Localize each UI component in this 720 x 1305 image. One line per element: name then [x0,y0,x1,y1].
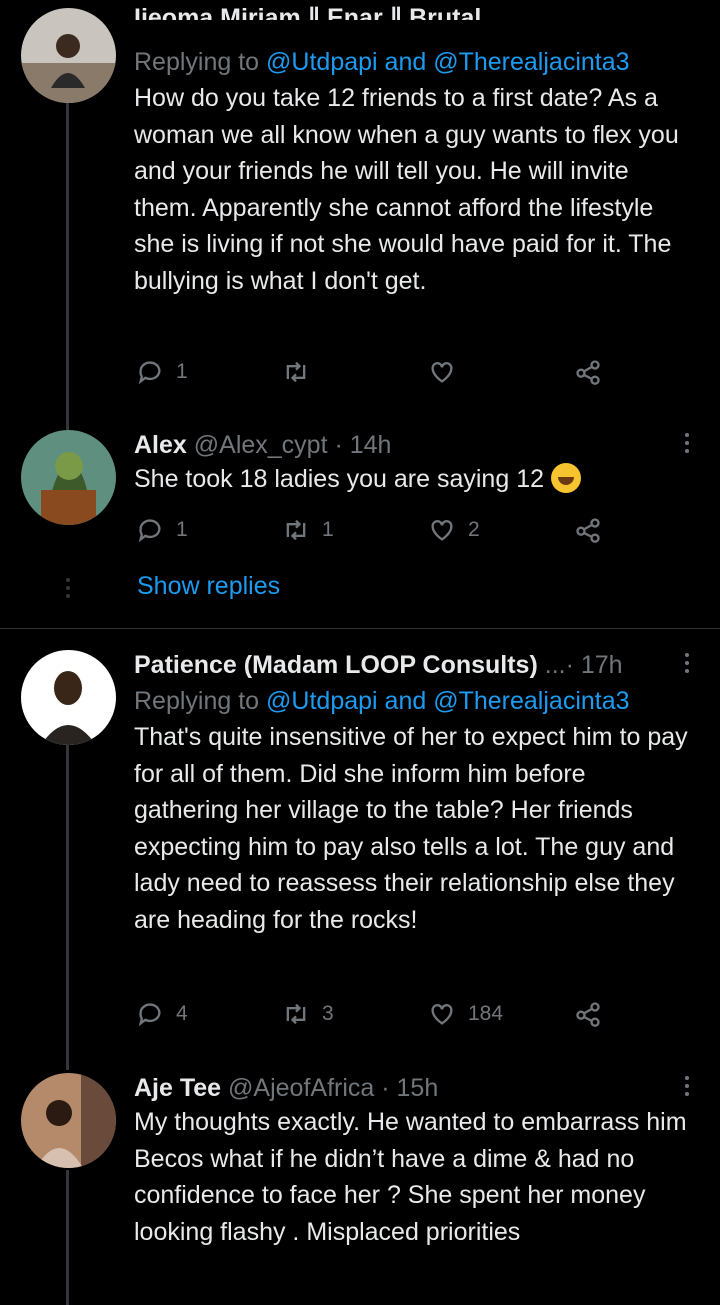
reply-count: 1 [176,360,188,383]
share-icon [576,360,600,385]
share-icon [576,1002,600,1027]
share-button[interactable] [574,516,614,544]
show-replies-link[interactable]: Show replies [137,572,280,601]
tweet-actions: 1 1 2 [134,516,620,552]
tweet[interactable]: Ijeoma Miriam ∥ Enar ∥ Brutal... Replyin… [134,4,688,299]
thread-collapsed-dots [66,578,70,602]
avatar[interactable] [21,430,116,525]
retweet-icon [286,1003,306,1025]
like-count: 2 [468,518,480,541]
tweet-text: That's quite insensitive of her to expec… [134,723,688,934]
thread-line [66,745,69,1070]
mention-and: and [384,48,427,76]
avatar[interactable] [21,8,116,103]
replying-label: Replying to [134,687,260,715]
mention-and: and [384,687,427,715]
like-icon [431,1004,453,1025]
replying-to: Replying to @Utdpapi and @Therealjacinta… [134,46,688,78]
like-button[interactable]: 2 [428,516,480,544]
reply-button[interactable]: 1 [136,358,188,386]
mention-link[interactable]: @Utdpapi [266,48,378,76]
tweet-text: How do you take 12 friends to a first da… [134,84,679,295]
retweet-button[interactable]: 3 [282,1000,334,1028]
tweet-actions: 1 [134,358,620,394]
avatar[interactable] [21,650,116,745]
thread-line [66,1170,69,1305]
retweet-button[interactable]: 1 [282,516,334,544]
handle-time[interactable]: @Alex_cypt · 14h [194,431,392,459]
like-button[interactable]: 184 [428,1000,503,1028]
more-icon[interactable] [684,1076,690,1100]
tweet[interactable]: Aje Tee @AjeofAfrica · 15h My thoughts e… [134,1072,688,1250]
reply-count: 1 [176,518,188,541]
mention-link[interactable]: @Therealjacinta3 [433,48,629,76]
like-button[interactable] [428,358,468,386]
replying-label: Replying to [134,48,260,76]
mention-link[interactable]: @Therealjacinta3 [433,687,629,715]
thread-line [66,100,69,430]
tweet-text: She took 18 ladies you are saying 12 [134,461,688,498]
like-count: 184 [468,1002,504,1025]
tweet-header: Alex @Alex_cypt · 14h [134,429,688,461]
reply-button[interactable]: 1 [136,516,188,544]
user-name[interactable]: Alex [134,431,187,459]
replying-to: Replying to @Utdpapi and @Therealjacinta… [134,685,688,717]
share-icon [576,518,600,543]
reply-icon [138,1003,161,1027]
tweet-header: Patience (Madam LOOP Consults) ...· 17h [134,649,688,681]
tweet-header: Aje Tee @AjeofAfrica · 15h [134,1072,688,1104]
tweet[interactable]: Patience (Madam LOOP Consults) ...· 17h … [134,649,688,938]
tweet[interactable]: Alex @Alex_cypt · 14h She took 18 ladies… [134,429,688,498]
tweet-text: My thoughts exactly. He wanted to embarr… [134,1108,687,1246]
reply-icon [138,519,161,543]
retweet-icon [286,361,306,383]
handle-time[interactable]: @AjeofAfrica · 15h [228,1074,438,1102]
like-icon [431,520,453,541]
avatar[interactable] [21,1073,116,1168]
user-name[interactable]: Aje Tee [134,1074,221,1102]
retweet-count: 3 [322,1002,334,1025]
like-icon [431,362,453,383]
reply-count: 4 [176,1002,188,1025]
mention-link[interactable]: @Utdpapi [266,687,378,715]
retweet-icon [286,519,306,541]
user-name[interactable]: Patience (Madam LOOP Consults) [134,651,538,679]
more-icon[interactable] [684,433,690,457]
retweet-count: 1 [322,518,334,541]
share-button[interactable] [574,1000,614,1028]
reply-icon [138,361,161,385]
divider [0,628,720,629]
retweet-button[interactable] [282,358,322,386]
tweet-text-content: She took 18 ladies you are saying 12 [134,465,544,493]
rofl-emoji-icon [550,463,581,493]
more-icon[interactable] [684,653,690,677]
tweet-actions: 4 3 184 [134,1000,620,1036]
share-button[interactable] [574,358,614,386]
handle-time[interactable]: ...· 17h [545,651,623,679]
reply-button[interactable]: 4 [136,1000,188,1028]
user-name[interactable]: Ijeoma Miriam ∥ Enar ∥ Brutal... [134,4,502,20]
